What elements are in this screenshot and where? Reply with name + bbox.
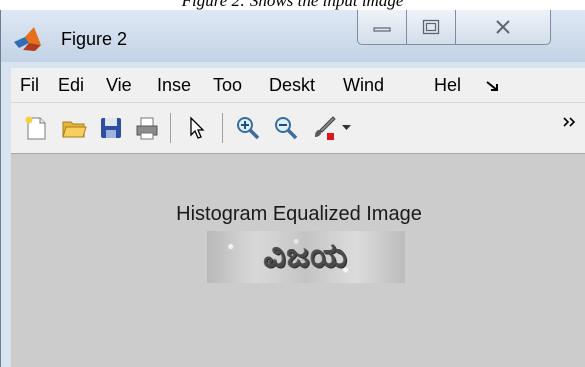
dropdown-arrow-icon[interactable] [342,125,351,131]
save-icon[interactable] [98,115,124,141]
select-arrow-icon[interactable] [184,115,210,141]
maximize-button[interactable] [406,10,456,45]
menu-window[interactable]: Wind [343,75,384,96]
toolbar-separator [170,113,171,143]
figure-window: Figure 2 Fil Edi Vie Inse Too Deskt Wind… [0,10,585,367]
equalized-image: ವಿಜಯ [207,231,405,283]
figure-toolbar [11,103,585,154]
menu-help[interactable]: Hel [434,75,461,96]
menu-bar: Fil Edi Vie Inse Too Deskt Wind Hel [11,68,585,103]
window-title: Figure 2 [61,29,128,49]
menu-overflow-arrow-icon[interactable] [485,80,501,92]
image-word: ವಿಜಯ [263,236,349,276]
matlab-logo-icon [14,27,41,51]
open-file-icon[interactable] [61,115,87,141]
zoom-out-icon[interactable] [273,115,299,141]
figure-canvas: Histogram Equalized Image ವಿಜಯ [11,154,585,367]
title-bar: Figure 2 [1,10,585,62]
menu-edit[interactable]: Edi [58,75,84,96]
menu-insert[interactable]: Inse [157,75,191,96]
close-button[interactable] [455,10,551,45]
new-figure-icon[interactable] [23,115,49,141]
zoom-in-icon[interactable] [235,115,261,141]
maximize-icon [422,19,440,35]
menu-desktop[interactable]: Deskt [269,75,315,96]
menu-file[interactable]: Fil [20,75,39,96]
menu-tools[interactable]: Too [213,75,242,96]
toolbar-separator [222,113,223,143]
brush-icon[interactable] [311,115,337,141]
minimize-icon [373,27,391,32]
close-icon [496,20,510,34]
print-icon[interactable] [134,115,160,141]
overflow-chevron-icon[interactable] [563,117,577,127]
menu-view[interactable]: Vie [106,75,132,96]
plot-title: Histogram Equalized Image [176,203,422,225]
minimize-button[interactable] [357,10,407,45]
